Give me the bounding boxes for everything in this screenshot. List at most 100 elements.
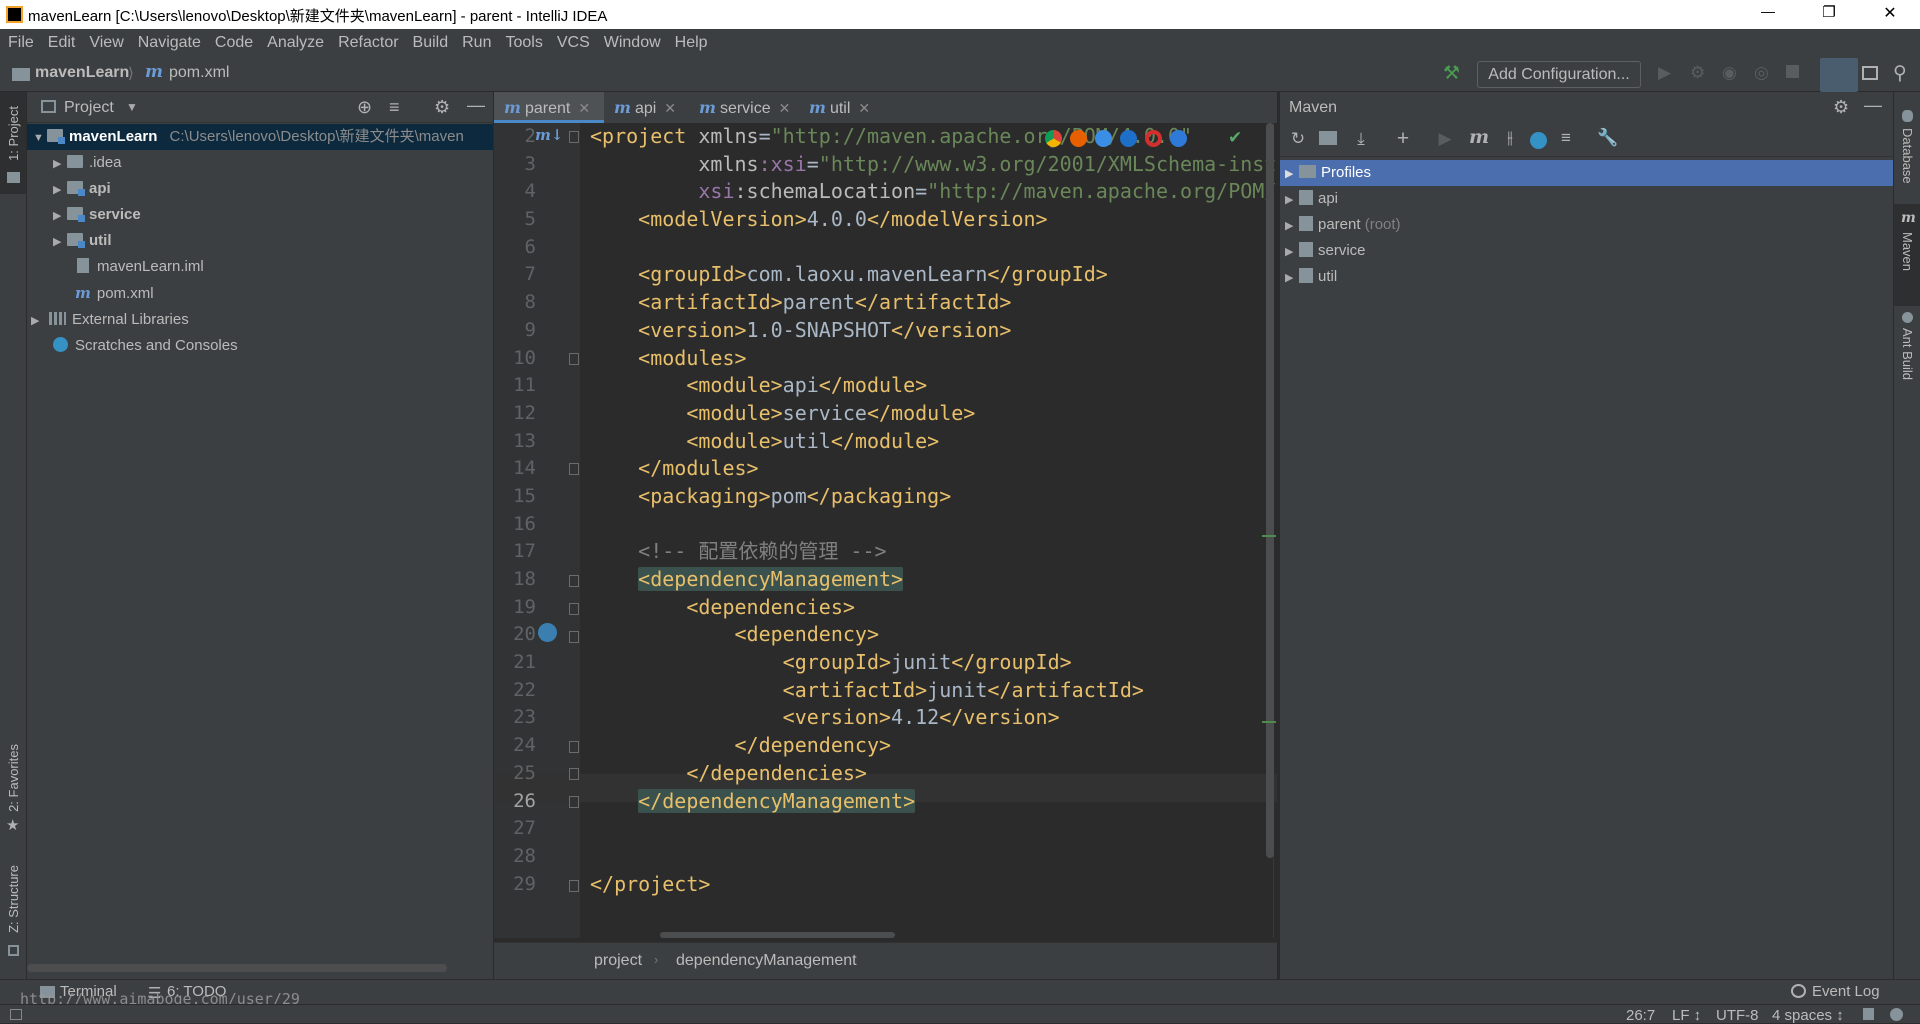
tree-root-row[interactable]: ▼ mavenLearn C:\Users\lenovo\Desktop\新建文件… (27, 124, 493, 150)
menu-tools[interactable]: Tools (498, 29, 549, 56)
tree-item-pom[interactable]: m pom.xml (75, 280, 154, 306)
toggle-offline-icon[interactable]: ⫲ (1498, 128, 1522, 148)
collapse-all-icon[interactable]: ≡ (1554, 128, 1578, 148)
collapse-all-icon[interactable]: ≡ (389, 97, 400, 118)
add-configuration-button[interactable]: Add Configuration... (1477, 61, 1641, 88)
inspection-ok-icon[interactable]: ✔ (1228, 128, 1242, 148)
tree-item-external-libraries[interactable]: ▶ External Libraries (31, 307, 189, 333)
run-icon[interactable]: ▶ (1658, 63, 1671, 83)
chevron-down-icon[interactable]: ▼ (126, 100, 138, 114)
nav-file-crumb[interactable]: pom.xml (169, 64, 229, 82)
menu-view[interactable]: View (82, 29, 130, 56)
tab-api[interactable]: m api ✕ (604, 92, 689, 123)
close-icon[interactable]: ✕ (578, 100, 590, 116)
editor-vertical-scrollbar[interactable] (1266, 123, 1274, 858)
menu-code[interactable]: Code (208, 29, 260, 56)
editor-horizontal-scrollbar[interactable] (660, 932, 895, 938)
override-gutter-icon[interactable] (538, 623, 557, 642)
status-toggle-icon[interactable] (10, 1009, 22, 1020)
hammer-icon[interactable]: ⚒ (1443, 62, 1460, 85)
menu-file[interactable]: File (0, 29, 41, 56)
expand-arrow-icon[interactable]: ▶ (1285, 161, 1299, 187)
minimize-button[interactable]: — (1753, 3, 1783, 19)
add-icon[interactable]: + (1391, 127, 1415, 151)
project-panel-title[interactable]: Project (64, 99, 114, 117)
caret-position[interactable]: 26:7 (1626, 1007, 1655, 1024)
maven-item-api[interactable]: ▶ api (1280, 186, 1893, 212)
firefox-icon[interactable] (1070, 130, 1087, 147)
favorites-tool-label[interactable]: 2: Favorites (6, 744, 21, 812)
close-icon[interactable]: ✕ (779, 100, 791, 116)
fold-marker-icon[interactable] (569, 796, 579, 808)
wrench-icon[interactable]: 🔧 (1596, 128, 1620, 148)
breadcrumb-dependency-management[interactable]: dependencyManagement (676, 952, 857, 970)
tab-service[interactable]: m service ✕ (689, 92, 799, 123)
opera-icon[interactable] (1145, 130, 1162, 147)
tree-item-iml[interactable]: mavenLearn.iml (77, 254, 204, 280)
download-icon[interactable]: ⤓ (1349, 129, 1373, 149)
maven-tool-label[interactable]: Maven (1900, 232, 1915, 271)
close-icon[interactable]: ✕ (664, 100, 676, 116)
tree-item-api[interactable]: ▶ api (53, 176, 111, 202)
generate-sources-icon[interactable] (1319, 131, 1337, 145)
gear-icon[interactable]: ⚙ (1833, 97, 1849, 118)
hector-icon[interactable] (1890, 1008, 1903, 1021)
fold-marker-icon[interactable] (569, 463, 579, 475)
fold-marker-icon[interactable] (569, 131, 579, 143)
ie-icon[interactable] (1120, 130, 1137, 147)
hide-panel-icon[interactable]: — (467, 95, 485, 116)
fold-marker-icon[interactable] (569, 880, 579, 892)
expand-arrow-icon[interactable]: ▶ (53, 177, 67, 203)
project-tool-label[interactable]: 1: Project (6, 106, 21, 161)
run-icon[interactable]: ▶ (1433, 129, 1457, 149)
close-button[interactable]: ✕ (1875, 3, 1905, 23)
expand-arrow-icon[interactable]: ▶ (1285, 213, 1299, 239)
maven-item-parent[interactable]: ▶ parent (root) (1280, 212, 1893, 238)
menu-help[interactable]: Help (668, 29, 715, 56)
file-encoding[interactable]: UTF-8 (1716, 1007, 1759, 1024)
maven-item-profiles[interactable]: ▶ Profiles (1280, 160, 1893, 186)
gear-icon[interactable]: ⚙ (434, 97, 450, 118)
menu-navigate[interactable]: Navigate (131, 29, 208, 56)
database-tool-label[interactable]: Database (1900, 128, 1915, 184)
expand-arrow-icon[interactable]: ▶ (1285, 265, 1299, 291)
restore-button[interactable]: ❐ (1814, 3, 1844, 21)
menu-analyze[interactable]: Analyze (260, 29, 331, 56)
debug-icon[interactable]: ⚙ (1690, 63, 1705, 83)
menu-edit[interactable]: Edit (41, 29, 83, 56)
maven-item-util[interactable]: ▶ util (1280, 264, 1893, 290)
fold-marker-icon[interactable] (569, 603, 579, 615)
fold-marker-icon[interactable] (569, 631, 579, 643)
expand-arrow-icon[interactable]: ▶ (53, 203, 67, 229)
expand-arrow-icon[interactable]: ▶ (53, 229, 67, 255)
breadcrumb-project[interactable]: project (594, 952, 642, 970)
tree-item-util[interactable]: ▶ util (53, 228, 112, 254)
tab-util[interactable]: m util ✕ (799, 92, 889, 123)
structure-tool-label[interactable]: Z: Structure (6, 865, 21, 933)
project-structure-icon[interactable] (1820, 58, 1858, 92)
line-separator[interactable]: LF ↕ (1672, 1007, 1701, 1024)
indent-setting[interactable]: 4 spaces ↕ (1772, 1007, 1844, 1024)
expand-arrow-icon[interactable]: ▼ (33, 125, 47, 151)
code-editor[interactable]: <project xmlns="http://maven.apache.org/… (580, 123, 1277, 938)
tab-parent[interactable]: m parent ✕ (494, 92, 604, 123)
fold-marker-icon[interactable] (569, 768, 579, 780)
expand-arrow-icon[interactable]: ▶ (1285, 239, 1299, 265)
edge-icon[interactable] (1170, 130, 1187, 147)
execute-goal-icon[interactable]: m (1467, 126, 1491, 148)
safari-icon[interactable] (1095, 130, 1112, 147)
layout-icon[interactable] (1862, 66, 1878, 80)
close-icon[interactable]: ✕ (858, 100, 870, 116)
chrome-icon[interactable] (1045, 130, 1062, 147)
locate-icon[interactable]: ⊕ (357, 97, 372, 118)
menu-refactor[interactable]: Refactor (331, 29, 405, 56)
maven-gutter-icon[interactable]: m↓ (535, 126, 563, 144)
menu-run[interactable]: Run (455, 29, 498, 56)
menu-vcs[interactable]: VCS (550, 29, 597, 56)
menu-build[interactable]: Build (406, 29, 456, 56)
lock-icon[interactable] (1863, 1008, 1874, 1020)
maven-item-service[interactable]: ▶ service (1280, 238, 1893, 264)
profile-icon[interactable]: ◎ (1754, 63, 1769, 83)
search-icon[interactable]: ⚲ (1893, 62, 1907, 85)
event-log-tab[interactable]: Event Log (1812, 983, 1880, 1000)
